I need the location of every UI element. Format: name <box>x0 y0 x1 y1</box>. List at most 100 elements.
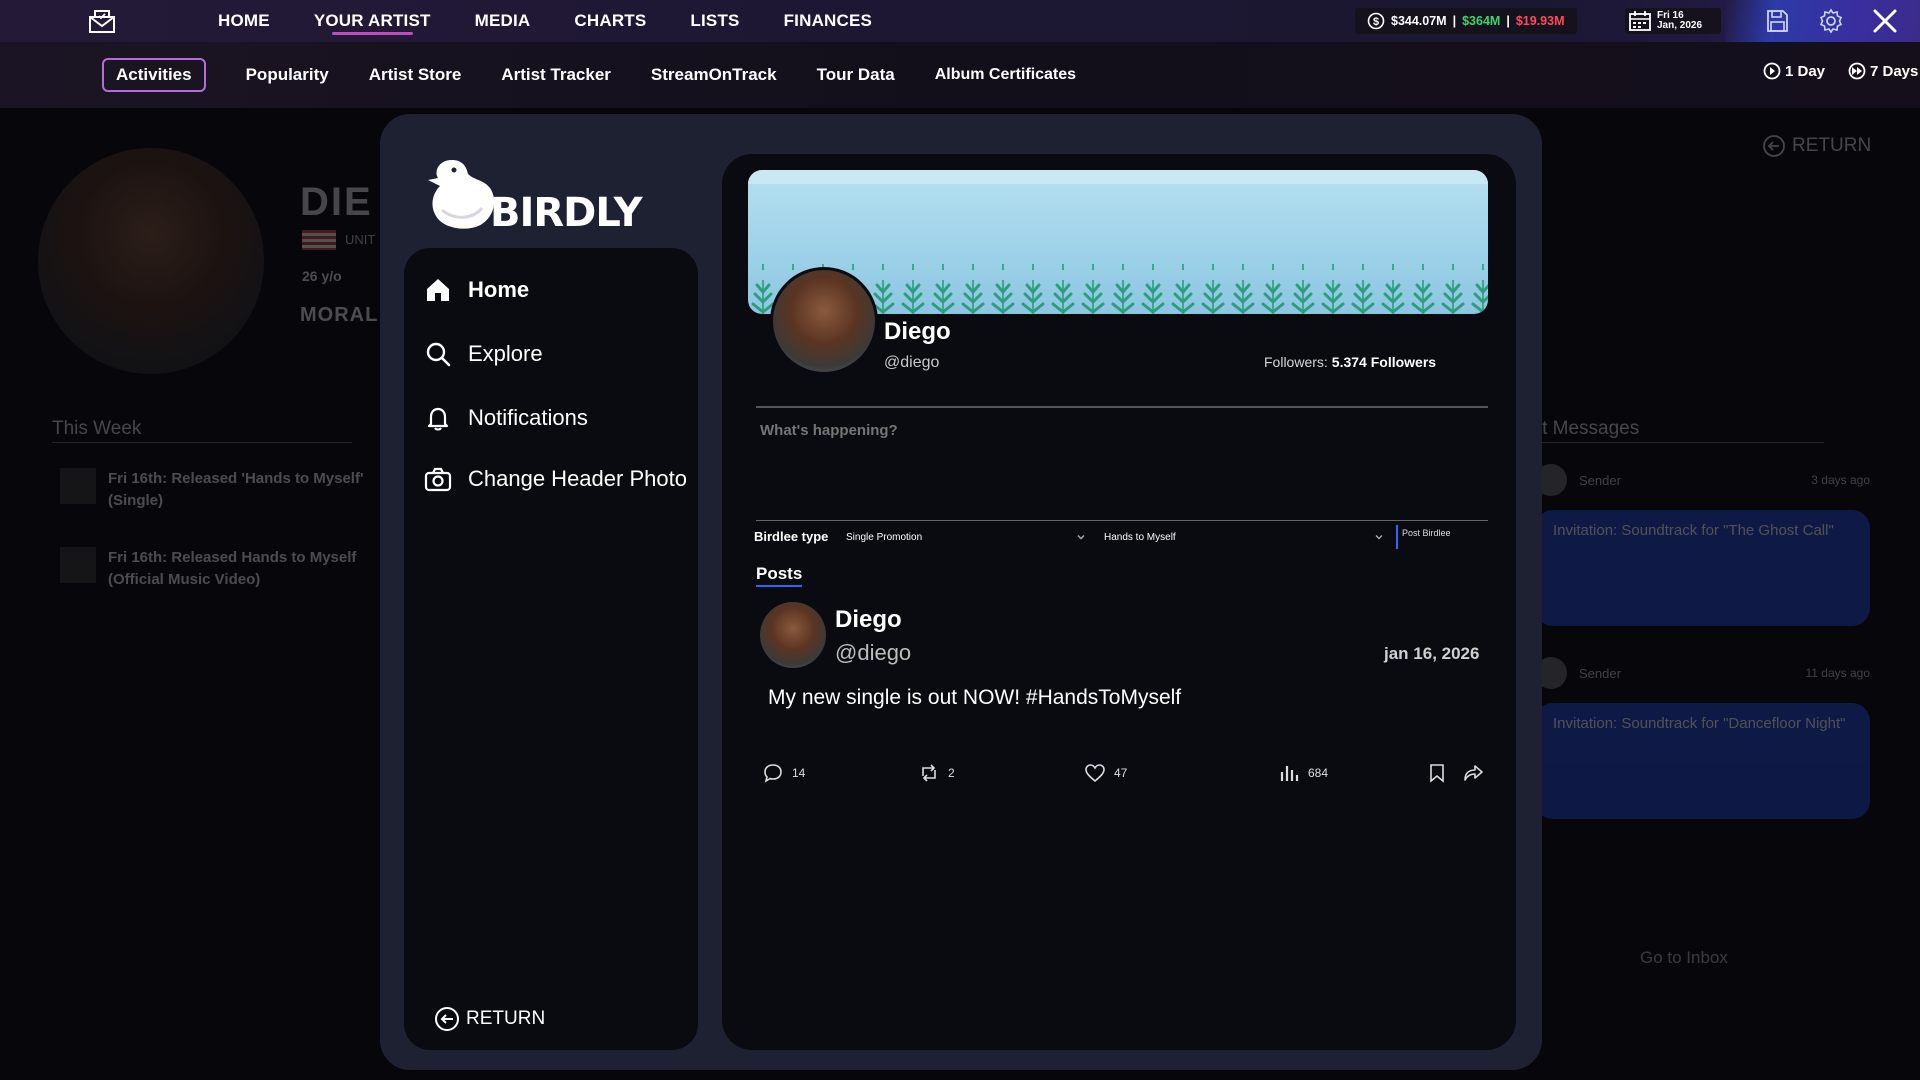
menu-explore-label: Explore <box>468 341 543 366</box>
birdlee-type-value: Single Promotion <box>846 531 923 543</box>
profile-avatar <box>770 267 878 375</box>
tab-artist-store[interactable]: Artist Store <box>369 58 462 92</box>
bar-chart-icon <box>1280 766 1299 781</box>
profile-handle: @diego <box>884 354 940 371</box>
last-messages-heading: ast Messages <box>1522 418 1824 443</box>
svg-text:$: $ <box>1373 16 1379 28</box>
subnav-tabs: Activities Popularity Artist Store Artis… <box>102 58 1116 92</box>
nav-charts[interactable]: CHARTS <box>552 0 668 42</box>
post-avatar <box>760 602 826 668</box>
birdlee-type-label: Birdlee type <box>754 529 829 544</box>
menu-home[interactable]: Home <box>424 276 529 304</box>
post-birdlee-button[interactable]: Post Birdlee <box>1396 525 1488 549</box>
chevron-down-icon <box>1077 535 1085 540</box>
post-date: jan 16, 2026 <box>1384 644 1480 663</box>
advance-7-days-button[interactable]: 7 Days <box>1848 62 1918 80</box>
message-time: 3 days ago <box>1811 473 1870 487</box>
posts-heading: Posts <box>756 564 803 587</box>
mail-icon[interactable] <box>88 8 116 34</box>
artist-avatar <box>38 148 264 374</box>
birdly-sidebar <box>404 248 698 1050</box>
post-text: My new single is out NOW! #HandsToMyself <box>768 686 1182 709</box>
followers-value: 5.374 Followers <box>1331 354 1437 370</box>
repost-count: 2 <box>948 766 955 780</box>
activity-item: Fri 16th: Released 'Hands to Myself' (Si… <box>60 468 380 512</box>
nav-lists[interactable]: LISTS <box>668 0 761 42</box>
this-week-heading: This Week <box>52 418 352 443</box>
gear-icon[interactable] <box>1818 8 1844 34</box>
activity-thumbnail <box>60 547 96 583</box>
separator: | <box>1452 14 1457 28</box>
heart-icon <box>1085 764 1105 783</box>
nav-your-artist[interactable]: YOUR ARTIST <box>292 0 453 42</box>
divider <box>756 406 1488 408</box>
activity-text: Fri 16th: Released 'Hands to Myself' (Si… <box>108 470 364 509</box>
message-time: 11 days ago <box>1805 666 1871 680</box>
artist-name: DIE <box>300 180 373 224</box>
view-count: 684 <box>1308 766 1329 780</box>
separator: | <box>1506 14 1510 28</box>
birdlee-type-select[interactable]: Single Promotion <box>846 527 1086 547</box>
home-icon <box>427 279 449 301</box>
menu-notifications[interactable]: Notifications <box>424 404 588 432</box>
save-icon[interactable] <box>1765 9 1789 33</box>
tab-album-certificates[interactable]: Album Certificates <box>935 58 1076 92</box>
tab-popularity[interactable]: Popularity <box>246 58 329 92</box>
expenses-amount: $19.93M <box>1515 14 1565 28</box>
return-label: RETURN <box>466 1008 546 1029</box>
artist-subnav: Activities Popularity Artist Store Artis… <box>0 42 1920 108</box>
bookmark-button[interactable] <box>1426 762 1448 784</box>
message-sender: Sender <box>1579 665 1621 681</box>
message-card: Invitation: Soundtrack for "Dancefloor N… <box>1535 703 1870 819</box>
fast-forward-icon <box>1848 62 1866 80</box>
moral-label: MORAL <box>300 304 379 326</box>
nav-home[interactable]: HOME <box>218 0 292 42</box>
tab-tour-data[interactable]: Tour Data <box>817 58 895 92</box>
share-button[interactable] <box>1462 762 1484 784</box>
advance-7-days-label: 7 Days <box>1870 62 1919 80</box>
search-icon <box>426 342 451 367</box>
return-label: RETURN <box>1792 135 1872 156</box>
bell-icon <box>427 407 449 431</box>
views-stat[interactable]: 684 <box>1278 762 1328 784</box>
menu-change-header-photo-label: Change Header Photo <box>468 466 687 491</box>
followers-label: Followers: <box>1264 354 1328 370</box>
date-month-year: Jan, 2026 <box>1657 20 1703 31</box>
share-icon <box>1464 765 1483 781</box>
reply-button[interactable]: 14 <box>762 762 805 784</box>
artist-country: UNIT <box>345 232 376 247</box>
back-arrow-icon <box>435 1007 459 1031</box>
nav-finances[interactable]: FINANCES <box>762 0 895 42</box>
message-sender: Sender <box>1579 472 1621 488</box>
back-arrow-icon <box>1763 135 1785 157</box>
close-icon[interactable] <box>1872 8 1898 34</box>
clock-icon <box>1763 62 1781 80</box>
birdlee-target-select[interactable]: Hands to Myself <box>1104 527 1384 547</box>
current-date: Fri 16 Jan, 2026 <box>1625 8 1721 34</box>
activity-item: Fri 16th: Released Hands to Myself (Offi… <box>60 547 380 591</box>
like-count: 47 <box>1114 766 1128 780</box>
compose-birdlee-input[interactable] <box>760 422 1480 516</box>
comment-icon <box>764 764 782 783</box>
tab-activities[interactable]: Activities <box>102 58 206 92</box>
birdlee-target-value: Hands to Myself <box>1104 531 1176 543</box>
menu-change-header-photo[interactable]: Change Header Photo <box>424 465 687 493</box>
go-to-inbox-link: Go to Inbox <box>1640 948 1728 967</box>
menu-explore[interactable]: Explore <box>424 340 543 368</box>
income-amount: $364M <box>1462 14 1501 28</box>
advance-1-day-button[interactable]: 1 Day <box>1763 62 1825 80</box>
like-button[interactable]: 47 <box>1084 762 1127 784</box>
nav-media[interactable]: MEDIA <box>453 0 553 42</box>
tab-artist-tracker[interactable]: Artist Tracker <box>501 58 611 92</box>
camera-icon <box>424 467 452 492</box>
repost-button[interactable]: 2 <box>918 762 955 784</box>
dollar-icon: $ <box>1367 12 1385 30</box>
chevron-down-icon <box>1375 535 1383 540</box>
activity-thumbnail <box>60 468 96 504</box>
message-item: Sender 11 days ago Invitation: Soundtrack… <box>1535 653 1870 819</box>
return-button[interactable]: RETURN <box>434 1006 545 1032</box>
tab-streamontrack[interactable]: StreamOnTrack <box>651 58 777 92</box>
finance-summary: $ $344.07M | $364M | $19.93M <box>1355 8 1577 34</box>
message-card: Invitation: Soundtrack for "The Ghost Ca… <box>1535 510 1870 626</box>
profile-name: Diego <box>884 318 951 345</box>
